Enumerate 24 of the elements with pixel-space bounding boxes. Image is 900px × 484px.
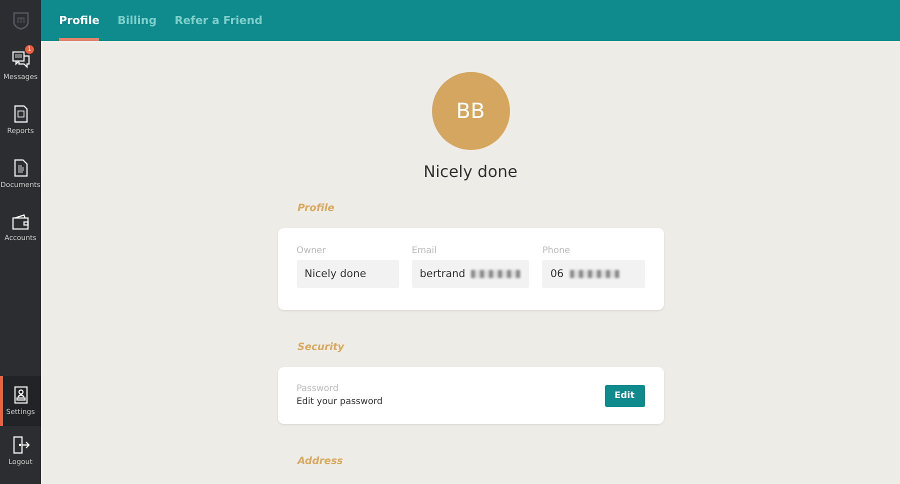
field-label: Password <box>296 384 340 394</box>
door-exit-icon <box>12 436 30 454</box>
input-field[interactable]: bertrand <box>412 260 530 288</box>
input-field[interactable]: 06 <box>542 260 645 288</box>
field-label: Owner <box>296 246 327 256</box>
avatar-initials: BB <box>432 72 510 150</box>
section-title: Profile <box>298 203 336 214</box>
document-icon <box>14 159 28 177</box>
section-title: Security <box>298 342 346 353</box>
blurred-text <box>471 270 522 278</box>
edit-button[interactable]: Edit <box>604 384 644 406</box>
field-description: Edit your password <box>296 397 383 407</box>
id-badge-icon <box>14 386 28 404</box>
report-document-icon <box>14 105 28 123</box>
input-field[interactable]: Nicely done <box>296 260 399 288</box>
blurred-text <box>570 270 620 278</box>
wallet-icon <box>12 214 30 230</box>
shield-logo-icon <box>12 12 28 30</box>
field-label: Email <box>412 246 438 256</box>
tab[interactable]: Profile <box>59 0 100 41</box>
section-title: Address <box>298 456 344 467</box>
profile-name: Nicely done <box>424 162 518 181</box>
chat-bubbles-icon <box>12 51 30 69</box>
field-label: Phone <box>542 246 572 256</box>
